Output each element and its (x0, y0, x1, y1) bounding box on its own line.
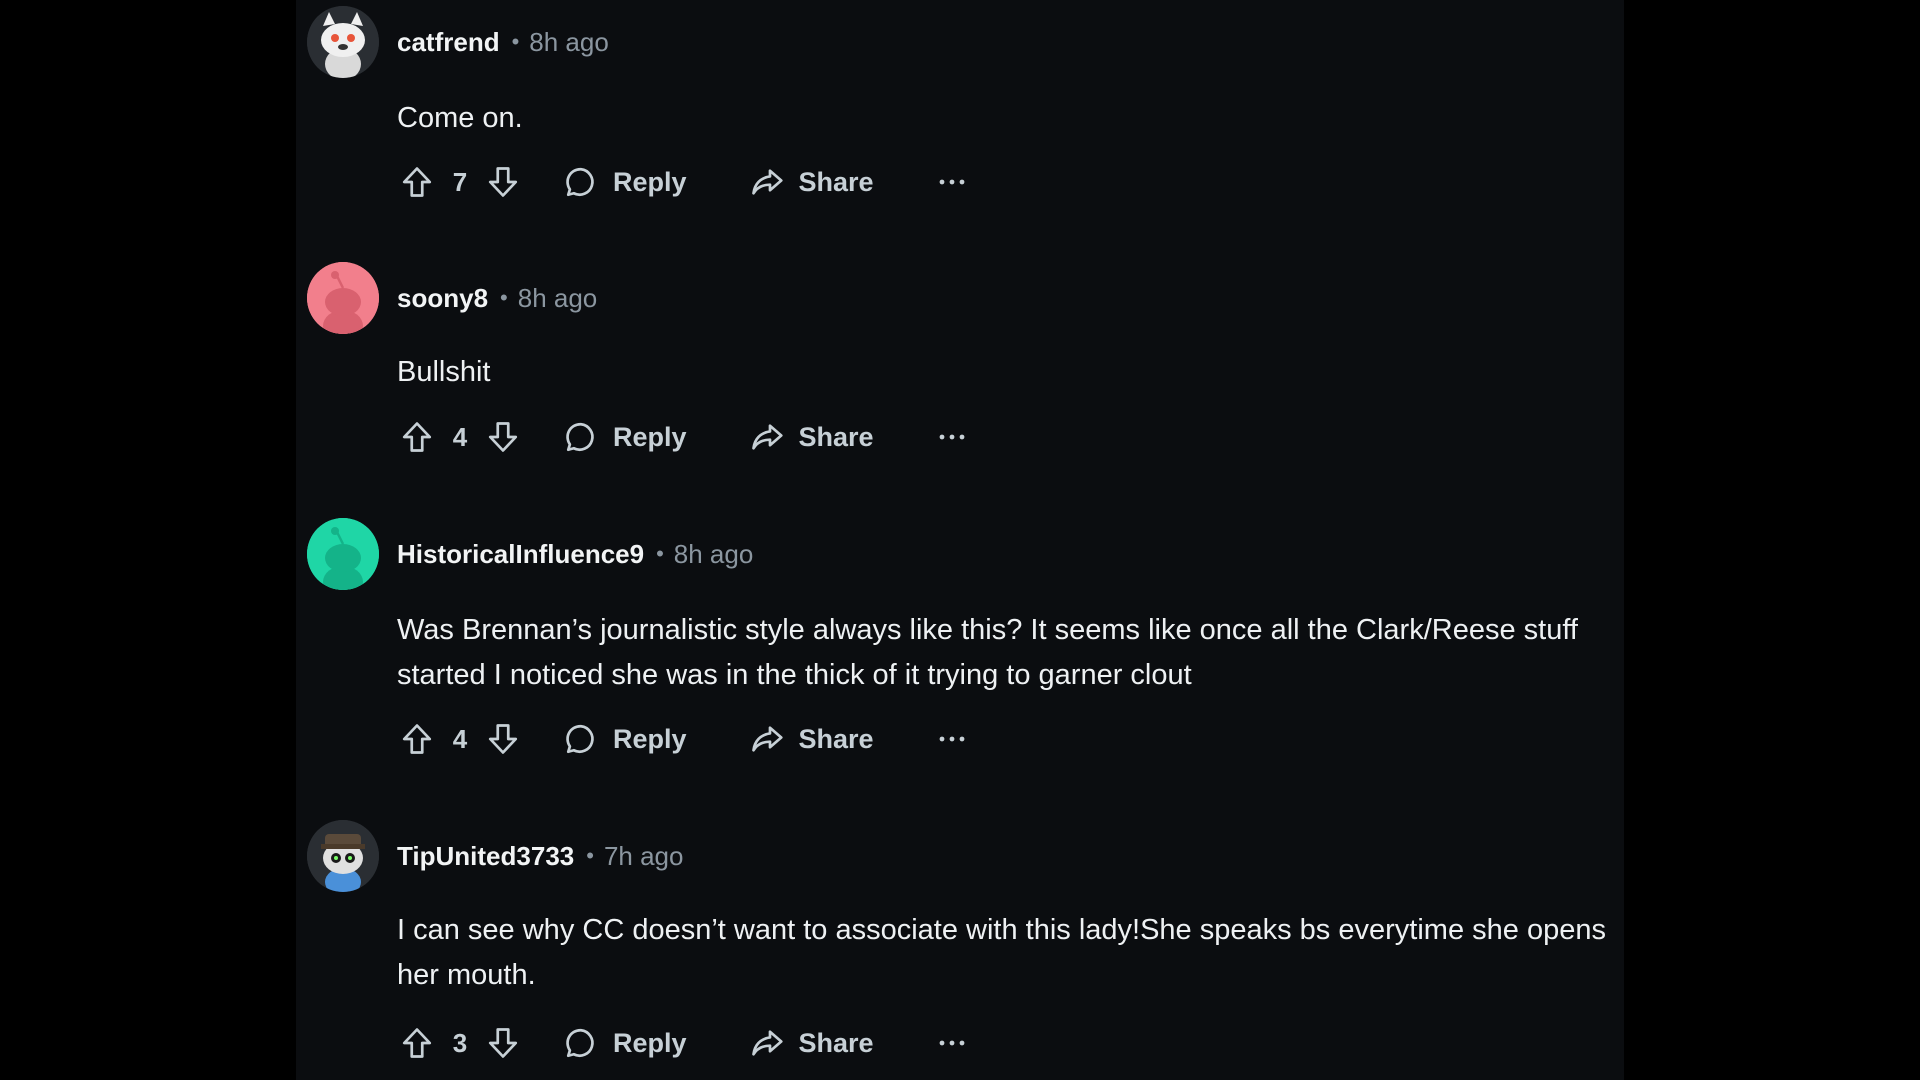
more-options-button[interactable] (932, 162, 972, 202)
share-arrow-icon (751, 424, 783, 450)
avatar[interactable] (307, 518, 379, 590)
reply-button[interactable]: Reply (561, 412, 687, 462)
more-options-button[interactable] (932, 417, 972, 457)
vote-count: 4 (452, 421, 468, 452)
share-label: Share (798, 166, 874, 197)
username[interactable]: catfrend (397, 27, 500, 58)
comments-panel: catfrend • 8h ago Come on. 7 Reply Share (296, 0, 1624, 1080)
upvote-arrow-icon (402, 724, 432, 754)
more-dots-icon (939, 179, 964, 185)
downvote-button[interactable] (483, 162, 523, 202)
timestamp[interactable]: 8h ago (529, 27, 609, 58)
comment-meta: catfrend • 8h ago (397, 25, 609, 59)
share-label: Share (798, 723, 874, 754)
comment-actions: 7 Reply Share (397, 157, 972, 207)
share-arrow-icon (751, 726, 783, 752)
reply-button[interactable]: Reply (561, 1018, 687, 1068)
timestamp[interactable]: 7h ago (604, 841, 684, 872)
comment-body: Bullshit (397, 356, 491, 388)
comment-meta: TipUnited3733 • 7h ago (397, 839, 683, 873)
reply-button[interactable]: Reply (561, 157, 687, 207)
more-dots-icon (939, 736, 964, 742)
snoo-avatar-icon (307, 6, 379, 78)
meta-separator: • (500, 285, 508, 310)
vote-count: 4 (452, 723, 468, 754)
snoo-avatar-icon (307, 820, 379, 892)
share-arrow-icon (751, 1030, 783, 1056)
avatar[interactable] (307, 6, 379, 78)
comment-actions: 3 Reply Share (397, 1018, 972, 1068)
username[interactable]: TipUnited3733 (397, 841, 574, 872)
vote-count: 3 (452, 1027, 468, 1058)
downvote-button[interactable] (483, 719, 523, 759)
vote-count: 7 (452, 166, 468, 197)
reply-label: Reply (613, 723, 687, 754)
avatar[interactable] (307, 820, 379, 892)
downvote-arrow-icon (488, 422, 518, 452)
timestamp[interactable]: 8h ago (674, 539, 754, 570)
comment-body: I can see why CC doesn’t want to associa… (397, 914, 1606, 991)
share-arrow-icon (751, 169, 783, 195)
comment-actions: 4 Reply Share (397, 412, 972, 462)
upvote-arrow-icon (402, 167, 432, 197)
reply-label: Reply (613, 166, 687, 197)
meta-separator: • (656, 541, 664, 566)
comment-meta: soony8 • 8h ago (397, 281, 597, 315)
downvote-arrow-icon (488, 1028, 518, 1058)
downvote-button[interactable] (483, 1023, 523, 1063)
timestamp[interactable]: 8h ago (518, 283, 598, 314)
comment-bubble-icon (566, 1028, 594, 1058)
upvote-button[interactable] (397, 162, 437, 202)
upvote-button[interactable] (397, 719, 437, 759)
comment-meta: HistoricalInfluence9 • 8h ago (397, 537, 753, 571)
comment-bubble-icon (566, 422, 594, 452)
comment-body: Come on. (397, 102, 523, 134)
share-button[interactable]: Share (747, 714, 874, 764)
upvote-button[interactable] (397, 1023, 437, 1063)
upvote-arrow-icon (402, 1028, 432, 1058)
upvote-button[interactable] (397, 417, 437, 457)
reply-button[interactable]: Reply (561, 714, 687, 764)
reply-label: Reply (613, 1027, 687, 1058)
avatar[interactable] (307, 262, 379, 334)
share-label: Share (798, 421, 874, 452)
more-options-button[interactable] (932, 719, 972, 759)
downvote-button[interactable] (483, 417, 523, 457)
comment-actions: 4 Reply Share (397, 714, 972, 764)
downvote-arrow-icon (488, 167, 518, 197)
more-dots-icon (939, 1040, 964, 1046)
username[interactable]: soony8 (397, 283, 488, 314)
username[interactable]: HistoricalInfluence9 (397, 539, 644, 570)
meta-separator: • (511, 29, 520, 54)
share-button[interactable]: Share (747, 1018, 874, 1068)
downvote-arrow-icon (488, 724, 518, 754)
more-options-button[interactable] (932, 1023, 972, 1063)
comment-bubble-icon (566, 167, 594, 197)
reply-label: Reply (613, 421, 687, 452)
comment-bubble-icon (566, 724, 594, 754)
upvote-arrow-icon (402, 422, 432, 452)
snoo-avatar-icon (307, 518, 379, 590)
snoo-avatar-icon (307, 262, 379, 334)
comment-body: Was Brennan’s journalistic style always … (397, 614, 1578, 691)
share-button[interactable]: Share (747, 412, 874, 462)
share-label: Share (798, 1027, 874, 1058)
meta-separator: • (586, 843, 594, 868)
share-button[interactable]: Share (747, 157, 874, 207)
more-dots-icon (939, 434, 964, 440)
